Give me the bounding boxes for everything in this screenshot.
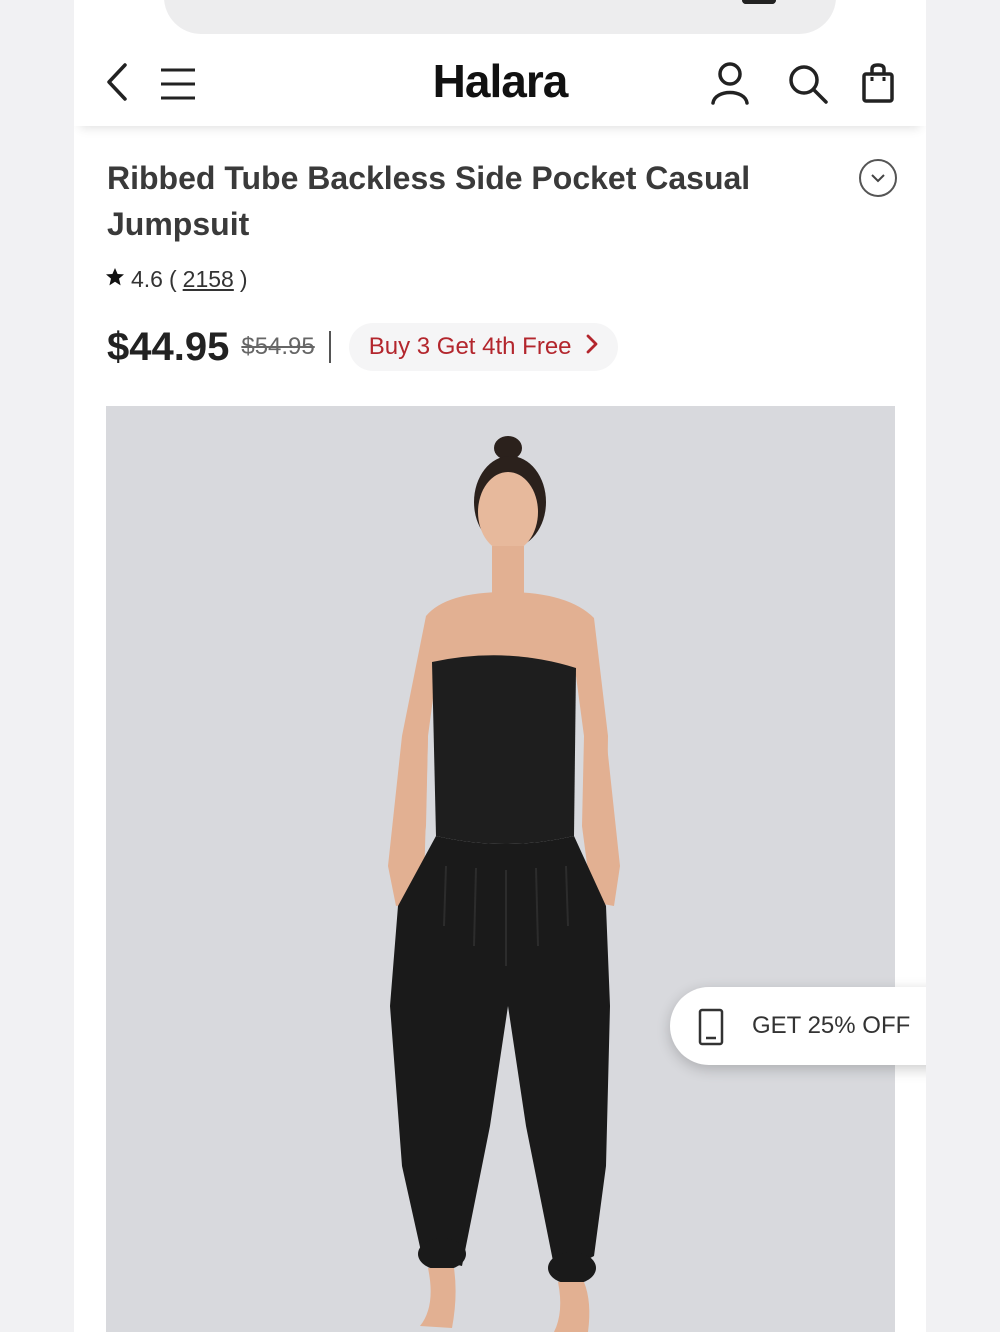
model-illustration xyxy=(388,436,620,1332)
sale-price: $44.95 xyxy=(107,324,230,369)
browser-address-bar[interactable] xyxy=(164,0,836,34)
rating-value: 4.6 xyxy=(131,266,163,292)
account-icon[interactable] xyxy=(708,60,752,106)
close-paren: ) xyxy=(239,266,248,292)
site-header: Halara xyxy=(74,36,926,126)
product-title: Ribbed Tube Backless Side Pocket Casual … xyxy=(107,160,751,242)
search-icon[interactable] xyxy=(786,62,830,106)
divider xyxy=(328,331,331,363)
review-count-link[interactable]: 2158 xyxy=(183,266,234,293)
original-price: $54.95 xyxy=(241,333,315,360)
product-page: Halara Ribbed Tube Backless Side Pocket … xyxy=(74,0,926,1332)
promo-button[interactable]: Buy 3 Get 4th Free xyxy=(348,323,618,371)
product-rating: 4.6 ( 2158 ) xyxy=(105,266,248,293)
chevron-right-icon xyxy=(586,333,598,361)
phone-icon xyxy=(696,1007,726,1047)
star-icon xyxy=(105,266,125,293)
tabs-icon[interactable] xyxy=(742,0,776,4)
price-row: $44.95 $54.95 Buy 3 Get 4th Free xyxy=(107,322,618,372)
promo-label: Buy 3 Get 4th Free xyxy=(368,333,572,360)
discount-toast[interactable]: GET 25% OFF xyxy=(670,987,926,1065)
product-image[interactable] xyxy=(106,406,895,1332)
chevron-down-icon[interactable] xyxy=(859,159,897,197)
shopping-bag-icon[interactable] xyxy=(860,62,896,104)
open-paren: ( xyxy=(168,266,177,292)
toast-label: GET 25% OFF xyxy=(752,1012,911,1039)
